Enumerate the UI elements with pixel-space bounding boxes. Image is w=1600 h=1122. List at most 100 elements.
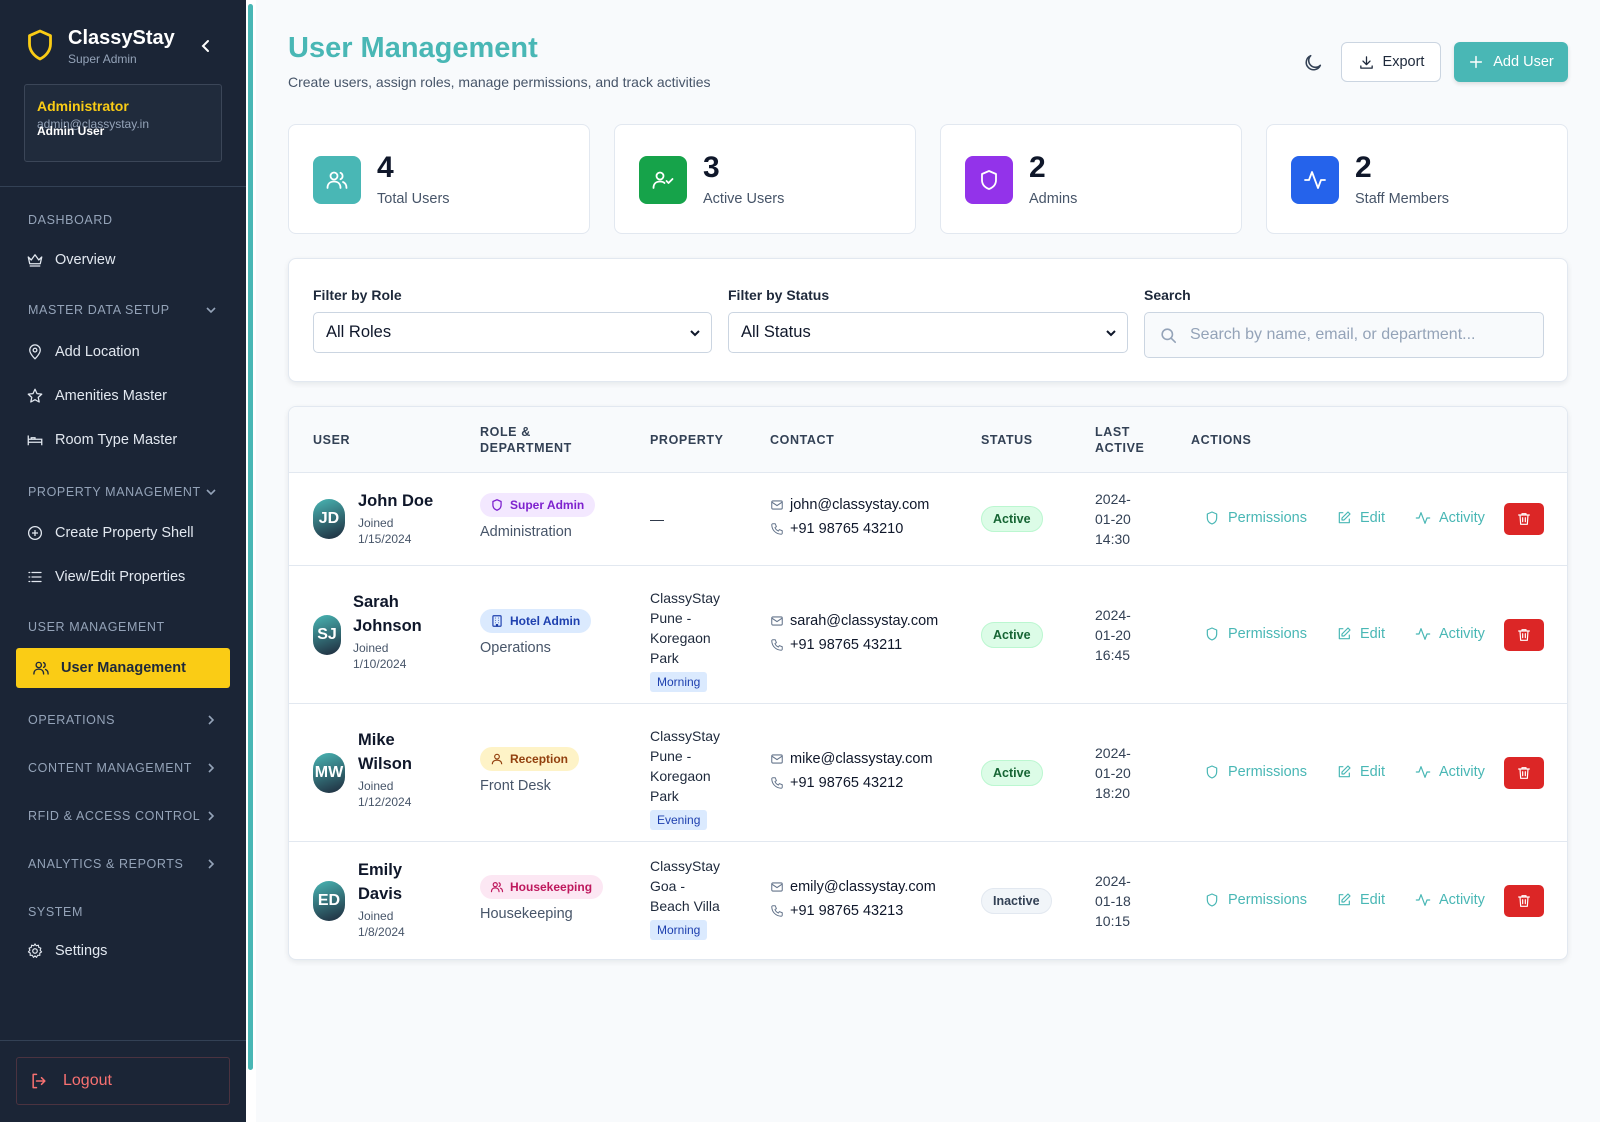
section-property-management[interactable]: PROPERTY MANAGEMENT bbox=[28, 485, 218, 499]
user-icon bbox=[491, 753, 503, 765]
search-input[interactable]: Search by name, email, or department... bbox=[1144, 312, 1544, 358]
avatar: ED bbox=[313, 881, 345, 921]
user-joined: Joined 1/12/2024 bbox=[358, 779, 412, 809]
add-user-button[interactable]: Add User bbox=[1454, 42, 1568, 82]
property: ClassyStay Pune - Koregaon Park bbox=[650, 590, 721, 666]
section-user-management: USER MANAGEMENT bbox=[28, 620, 165, 634]
avatar: SJ bbox=[313, 615, 341, 655]
activity-button[interactable]: Activity bbox=[1415, 510, 1485, 526]
stat-card-total-users: 4 Total Users bbox=[288, 124, 590, 234]
chevron-left-icon[interactable] bbox=[196, 36, 216, 56]
sidebar-divider bbox=[0, 186, 246, 187]
search-icon bbox=[1161, 327, 1177, 343]
logout-button[interactable]: Logout bbox=[16, 1057, 230, 1105]
shield-icon bbox=[1206, 627, 1218, 641]
property: ClassyStay Pune - Koregaon Park bbox=[650, 728, 721, 804]
status-badge: Active bbox=[981, 622, 1043, 648]
logout-icon bbox=[32, 1073, 46, 1089]
sidebar-item-room-type[interactable]: Room Type Master bbox=[26, 431, 177, 449]
table-row: MW Mike Wilson Joined 1/12/2024 Reception … bbox=[289, 704, 1567, 842]
stat-label: Staff Members bbox=[1355, 191, 1450, 207]
last-active: 2024- 01-20 16:45 bbox=[1095, 607, 1131, 663]
status-select[interactable]: All Status bbox=[728, 312, 1128, 353]
last-active: 2024- 01-20 18:20 bbox=[1095, 745, 1131, 801]
contact-email: emily@classystay.com bbox=[770, 879, 936, 895]
shield-icon bbox=[492, 499, 502, 511]
stat-value: 2 bbox=[1029, 151, 1046, 184]
stat-card-active-users: 3 Active Users bbox=[614, 124, 916, 234]
sidebar-item-user-management[interactable]: User Management bbox=[16, 648, 230, 688]
delete-button[interactable] bbox=[1504, 757, 1544, 789]
section-dashboard: DASHBOARD bbox=[28, 213, 113, 227]
bed-icon bbox=[27, 435, 43, 446]
trash-icon bbox=[1518, 629, 1530, 641]
property: ClassyStay Goa - Beach Villa bbox=[650, 858, 721, 914]
chevron-right-icon bbox=[208, 715, 215, 725]
activity-button[interactable]: Activity bbox=[1415, 892, 1485, 908]
scrollbar-thumb[interactable] bbox=[248, 4, 253, 1070]
activity-icon bbox=[1291, 156, 1339, 204]
account-card: Administrator Admin User admin@classysta… bbox=[24, 84, 222, 162]
moon-icon[interactable] bbox=[1302, 52, 1324, 74]
user-name: Sarah Johnson bbox=[353, 593, 422, 635]
section-analytics[interactable]: ANALYTICS & REPORTS bbox=[28, 857, 218, 871]
export-button[interactable]: Export bbox=[1341, 42, 1441, 82]
col-contact: CONTACT bbox=[770, 433, 835, 447]
sidebar-divider bbox=[0, 1040, 246, 1041]
map-pin-icon bbox=[29, 344, 41, 360]
table-row: ED Emily Davis Joined 1/8/2024 Housekeepin… bbox=[289, 842, 1567, 959]
role-badge: Reception bbox=[480, 747, 580, 771]
permissions-button[interactable]: Permissions bbox=[1204, 764, 1307, 780]
brand-subtitle: Super Admin bbox=[68, 52, 137, 66]
crown-icon bbox=[27, 254, 43, 267]
col-role: ROLE & DEPARTMENT bbox=[480, 425, 572, 455]
shield-icon bbox=[1206, 765, 1218, 779]
user-check-icon bbox=[639, 156, 687, 204]
delete-button[interactable] bbox=[1504, 885, 1544, 917]
section-rfid[interactable]: RFID & ACCESS CONTROL bbox=[28, 809, 218, 823]
role-select[interactable]: All Roles bbox=[313, 312, 712, 353]
stat-value: 3 bbox=[703, 151, 720, 184]
activity-button[interactable]: Activity bbox=[1415, 764, 1485, 780]
trash-icon bbox=[1518, 767, 1530, 779]
delete-button[interactable] bbox=[1504, 619, 1544, 651]
avatar: JD bbox=[313, 499, 345, 539]
role-badge: Housekeeping bbox=[480, 875, 604, 899]
last-active: 2024- 01-18 10:15 bbox=[1095, 873, 1131, 929]
edit-button[interactable]: Edit bbox=[1336, 510, 1385, 526]
edit-button[interactable]: Edit bbox=[1336, 892, 1385, 908]
section-system: SYSTEM bbox=[28, 905, 83, 919]
permissions-button[interactable]: Permissions bbox=[1204, 892, 1307, 908]
shield-logo-icon bbox=[28, 29, 52, 61]
activity-button[interactable]: Activity bbox=[1415, 626, 1485, 642]
sidebar-item-settings[interactable]: Settings bbox=[26, 942, 107, 960]
trash-icon bbox=[1518, 895, 1530, 907]
sidebar-item-overview[interactable]: Overview bbox=[26, 251, 115, 269]
delete-button[interactable] bbox=[1504, 503, 1544, 535]
section-operations[interactable]: OPERATIONS bbox=[28, 713, 218, 727]
edit-icon bbox=[1338, 627, 1351, 640]
sidebar-scrollbar[interactable] bbox=[246, 0, 256, 1122]
table-header: USER ROLE & DEPARTMENT PROPERTY CONTACT S… bbox=[289, 407, 1567, 473]
shift-badge: Evening bbox=[650, 810, 708, 830]
sidebar: ClassyStay Super Admin Administrator Adm… bbox=[0, 0, 246, 1122]
section-master-data[interactable]: MASTER DATA SETUP bbox=[28, 303, 218, 317]
stat-value: 4 bbox=[377, 151, 394, 184]
edit-button[interactable]: Edit bbox=[1336, 626, 1385, 642]
plus-circle-icon bbox=[27, 525, 43, 541]
sidebar-item-add-location[interactable]: Add Location bbox=[26, 343, 140, 361]
sidebar-item-view-properties[interactable]: View/Edit Properties bbox=[26, 568, 185, 586]
col-actions: ACTIONS bbox=[1191, 433, 1252, 447]
stat-card-staff-members: 2 Staff Members bbox=[1266, 124, 1568, 234]
activity-icon bbox=[1415, 628, 1431, 640]
phone-icon bbox=[771, 639, 783, 651]
role-badge: Super Admin bbox=[480, 493, 596, 517]
star-icon bbox=[27, 388, 43, 403]
user-joined: Joined 1/8/2024 bbox=[358, 909, 405, 939]
permissions-button[interactable]: Permissions bbox=[1204, 626, 1307, 642]
sidebar-item-create-property[interactable]: Create Property Shell bbox=[26, 524, 194, 542]
permissions-button[interactable]: Permissions bbox=[1204, 510, 1307, 526]
section-content-management[interactable]: CONTENT MANAGEMENT bbox=[28, 761, 218, 775]
sidebar-item-amenities[interactable]: Amenities Master bbox=[26, 387, 167, 405]
edit-button[interactable]: Edit bbox=[1336, 764, 1385, 780]
